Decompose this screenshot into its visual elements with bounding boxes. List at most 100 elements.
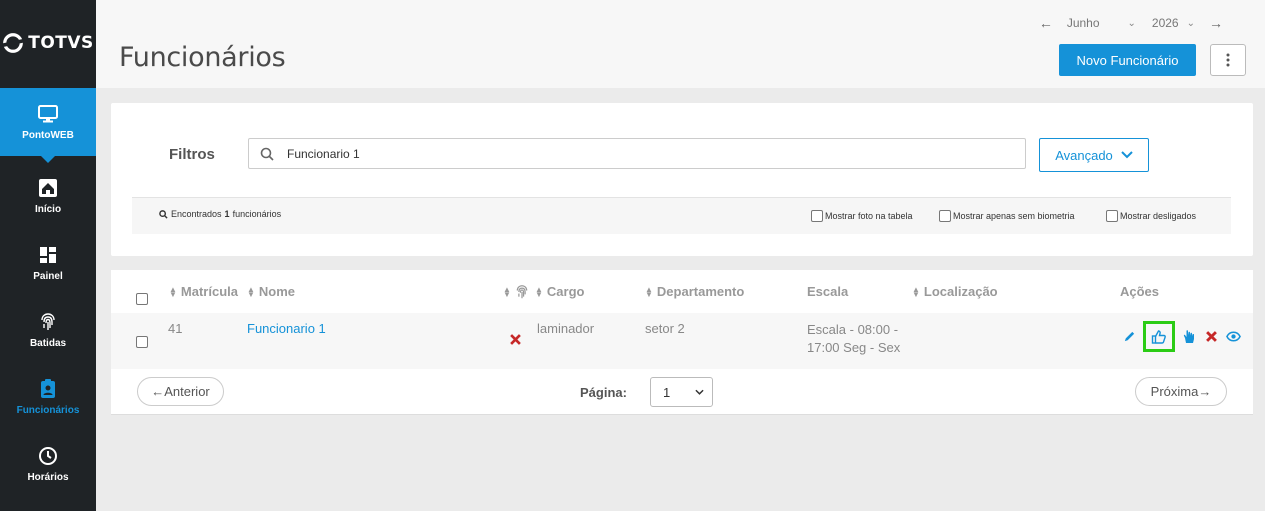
month-select[interactable]: Junho ⌄ [1059, 16, 1144, 30]
employees-table: ▲ ▼ Matrícula ▲ ▼ Nome ▲ ▼ ▲ ▼ Cargo ▲ ▼ Depa… [111, 270, 1253, 415]
sort-icon: ▲ ▼ [247, 284, 255, 299]
home-icon [38, 178, 58, 198]
column-header-escala: Escala [807, 284, 848, 299]
cell-escala: Escala - 08:00 - 17:00 Seg - Sex [807, 321, 900, 357]
advanced-label: Avançado [1055, 147, 1113, 163]
sidebar-item-horarios[interactable]: Horários [0, 431, 96, 498]
sidebar-item-painel[interactable]: Painel [0, 230, 96, 297]
arrow-left-icon[interactable]: ← [1033, 15, 1059, 31]
filters-label: Filtros [169, 146, 215, 163]
column-header-acoes: Ações [1120, 284, 1159, 299]
year-value: 2026 [1151, 16, 1179, 30]
filters-options-bar: Encontrados 1 funcionários Mostrar foto … [132, 197, 1231, 234]
select-all-checkbox[interactable] [136, 293, 148, 305]
year-select[interactable]: 2026 ⌄ [1144, 16, 1203, 30]
page-title: Funcionários [119, 42, 286, 73]
no-biometry-checkbox[interactable] [939, 210, 951, 222]
no-biometry-icon [510, 333, 521, 348]
id-badge-icon [38, 379, 58, 399]
column-header-departamento[interactable]: ▲ ▼ Departamento [645, 284, 744, 299]
sort-icon: ▲ ▼ [535, 284, 543, 299]
column-label: Nome [258, 284, 296, 299]
column-label: Matrícula [180, 284, 238, 299]
results-count: Encontrados 1 funcionários [159, 209, 281, 219]
sidebar-item-label: Batidas [29, 338, 67, 349]
chevron-down-icon [1121, 151, 1133, 159]
row-checkbox[interactable] [136, 336, 148, 348]
month-value: Junho [1066, 16, 1100, 30]
clock-icon [38, 446, 58, 466]
cell-departamento: setor 2 [645, 321, 685, 336]
new-employee-button[interactable]: Novo Funcionário [1059, 44, 1196, 76]
next-page-button[interactable]: Próxima→ [1135, 377, 1227, 406]
delete-x-icon[interactable] [1203, 329, 1219, 345]
date-navigator: ← Junho ⌄ 2026 ⌄ → [1033, 15, 1229, 31]
column-label: Localização [923, 284, 998, 299]
advanced-filter-button[interactable]: Avançado [1039, 138, 1149, 172]
cell-matricula: 41 [168, 321, 183, 336]
page-value: 1 [663, 384, 671, 400]
escala-line: Escala - 08:00 - [807, 322, 899, 337]
option-label: Mostrar desligados [1120, 211, 1197, 221]
table-row: 41 Funcionario 1 laminador setor 2 Escal… [111, 313, 1253, 369]
page-header: Funcionários ← Junho ⌄ 2026 ⌄ → Novo Fun… [96, 0, 1265, 88]
sidebar-item-funcionarios[interactable]: Funcionários [0, 364, 96, 431]
column-label: Ações [1120, 284, 1160, 299]
vertical-dots-icon [1226, 53, 1230, 67]
sidebar-item-label: Horários [27, 472, 69, 483]
sidebar-item-pontoweb[interactable]: PontoWEB [0, 88, 96, 163]
column-header-biometria[interactable]: ▲ ▼ [503, 284, 529, 300]
option-label: Mostrar foto na tabela [825, 211, 913, 221]
edit-pencil-icon[interactable] [1121, 329, 1137, 345]
column-header-nome[interactable]: ▲ ▼ Nome [247, 284, 295, 299]
page-select[interactable]: 1 [650, 377, 713, 407]
search-field[interactable] [248, 138, 1026, 169]
thumbs-up-icon[interactable] [1143, 321, 1175, 352]
column-label: Cargo [546, 284, 585, 299]
dashboard-icon [38, 245, 58, 265]
employee-name-link[interactable]: Funcionario 1 [247, 321, 326, 336]
sidebar-item-label: Início [34, 204, 62, 215]
search-icon [159, 209, 168, 219]
monitor-icon [38, 104, 58, 124]
search-icon [260, 147, 274, 161]
found-count: 1 [224, 209, 230, 219]
hand-pointer-icon[interactable] [1181, 329, 1197, 345]
previous-page-button[interactable]: ←Anterior [137, 377, 224, 406]
sort-icon: ▲ ▼ [912, 284, 920, 299]
chevron-down-icon: ⌄ [1186, 17, 1195, 29]
sidebar-item-batidas[interactable]: Batidas [0, 297, 96, 364]
chevron-down-icon: ⌄ [1127, 17, 1136, 29]
show-dismissed-option[interactable]: Mostrar desligados [1106, 210, 1196, 222]
show-photo-checkbox[interactable] [811, 210, 823, 222]
escala-line: 17:00 Seg - Sex [807, 340, 901, 355]
cell-cargo: laminador [537, 321, 595, 336]
column-header-cargo[interactable]: ▲ ▼ Cargo [535, 284, 584, 299]
eye-icon[interactable] [1225, 329, 1241, 345]
column-header-matricula[interactable]: ▲ ▼ Matrícula [169, 284, 238, 299]
sort-icon: ▲ ▼ [645, 284, 653, 299]
column-header-localizacao[interactable]: ▲ ▼ Localização [912, 284, 998, 299]
show-dismissed-checkbox[interactable] [1106, 210, 1118, 222]
more-options-button[interactable] [1210, 44, 1246, 76]
page-label: Página: [580, 385, 627, 400]
fingerprint-icon [516, 285, 528, 299]
show-photo-option[interactable]: Mostrar foto na tabela [811, 210, 913, 222]
search-input[interactable] [287, 146, 987, 161]
row-actions [1121, 321, 1241, 352]
sidebar-item-label: PontoWEB [22, 129, 74, 141]
sidebar-item-label: Painel [33, 271, 63, 282]
totvs-logo-icon [2, 33, 25, 53]
sort-icon: ▲ ▼ [169, 284, 177, 299]
fingerprint-icon [38, 312, 58, 332]
sidebar-item-label: Funcionários [16, 405, 80, 416]
option-label: Mostrar apenas sem biometria [953, 211, 1075, 221]
arrow-right-icon[interactable]: → [1203, 15, 1229, 31]
logo-text: TOTVS [28, 33, 94, 53]
found-prefix: Encontrados [171, 209, 222, 219]
no-biometry-option[interactable]: Mostrar apenas sem biometria [939, 210, 1075, 222]
sidebar-item-inicio[interactable]: Início [0, 163, 96, 230]
column-label: Escala [807, 284, 849, 299]
sidebar: TOTVS PontoWEB Início Painel Batidas Fun… [0, 0, 96, 511]
sort-icon: ▲ ▼ [503, 285, 511, 299]
